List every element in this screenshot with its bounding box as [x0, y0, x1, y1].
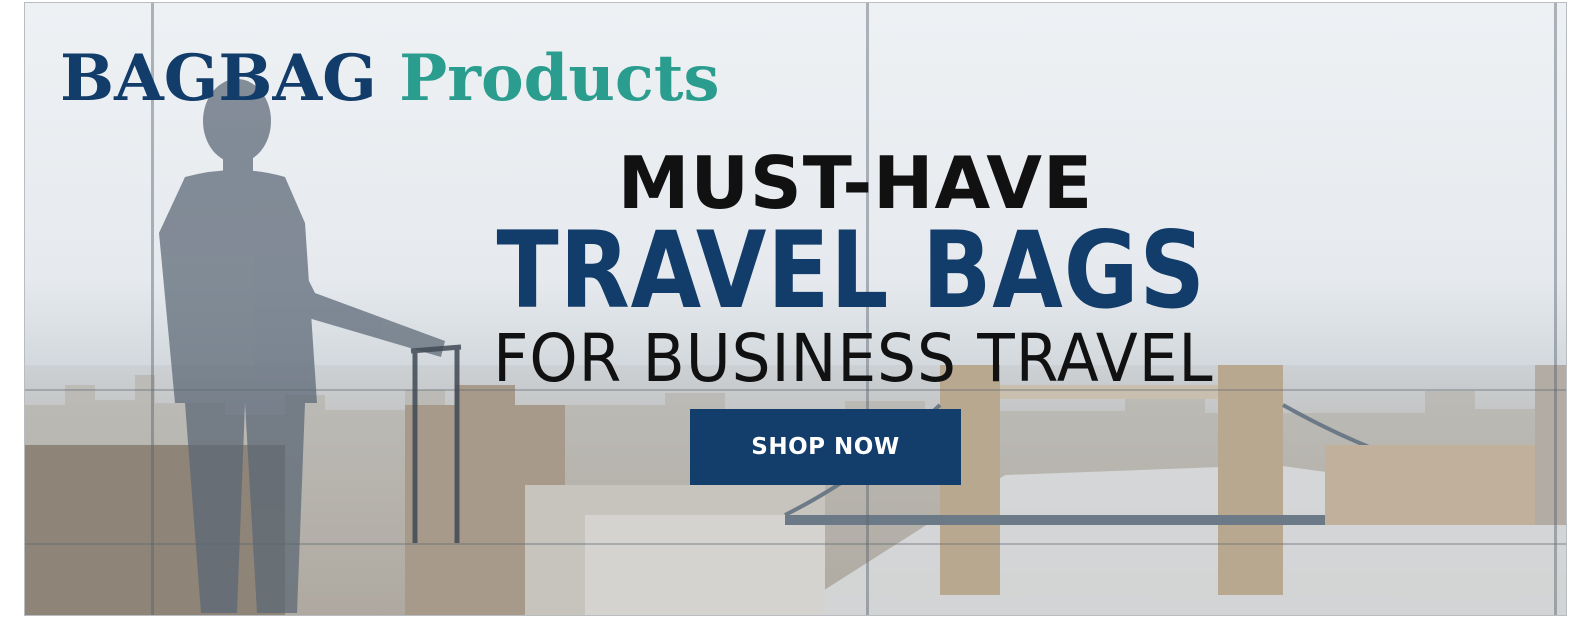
brand-name: BAGBAG — [60, 41, 377, 116]
headline-business-travel: FOR BUSINESS TRAVEL — [493, 320, 1214, 397]
hero-banner: BAGBAG Products MUST-HAVE TRAVEL BAGS FO… — [24, 2, 1567, 616]
brand-section: Products — [399, 41, 720, 116]
window-mullion — [1554, 3, 1557, 615]
brand-title: BAGBAG Products — [60, 39, 719, 119]
shop-now-button[interactable]: SHOP NOW — [690, 409, 961, 485]
headline-travel-bags: TRAVEL BAGS — [496, 209, 1206, 332]
